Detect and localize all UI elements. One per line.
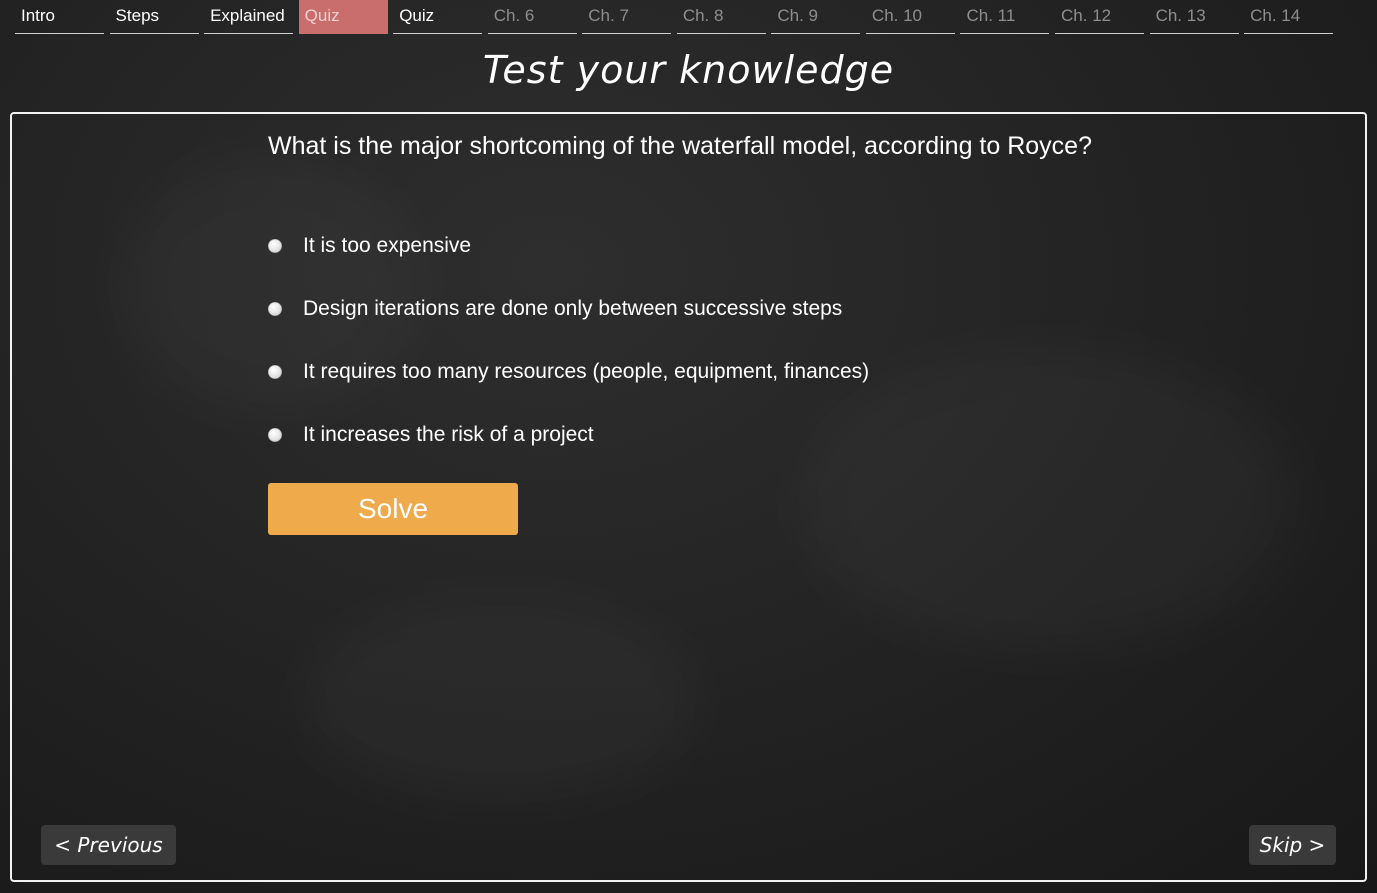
answer-option[interactable]: It is too expensive: [268, 229, 1168, 263]
answer-label: Design iterations are done only between …: [303, 297, 843, 320]
answer-label: It is too expensive: [303, 234, 472, 257]
radio-button[interactable]: [268, 428, 282, 442]
tab-ch-12[interactable]: Ch. 12: [1055, 0, 1144, 34]
answer-option[interactable]: It increases the risk of a project: [268, 418, 1168, 452]
radio-button[interactable]: [268, 239, 282, 253]
quiz-panel: [10, 112, 1367, 882]
answer-option[interactable]: Design iterations are done only between …: [268, 292, 1168, 326]
skip-button[interactable]: Skip >: [1249, 825, 1336, 865]
quiz-question: What is the major shortcoming of the wat…: [268, 132, 1092, 160]
radio-button[interactable]: [268, 302, 282, 316]
previous-button[interactable]: < Previous: [41, 825, 176, 865]
radio-button[interactable]: [268, 365, 282, 379]
tab-ch-7[interactable]: Ch. 7: [582, 0, 672, 34]
tab-quiz-current[interactable]: Quiz: [298, 0, 388, 34]
tab-ch-8[interactable]: Ch. 8: [676, 0, 766, 34]
tab-ch-13[interactable]: Ch. 13: [1149, 0, 1239, 34]
answer-option[interactable]: It requires too many resources (people, …: [268, 355, 1168, 389]
tab-steps[interactable]: Steps: [109, 0, 199, 34]
solve-button[interactable]: Solve: [268, 483, 518, 535]
tab-intro[interactable]: Intro: [15, 0, 104, 34]
tab-ch-6[interactable]: Ch. 6: [487, 0, 577, 34]
tab-ch-11[interactable]: Ch. 11: [960, 0, 1050, 34]
answer-label: It requires too many resources (people, …: [303, 360, 870, 383]
chapter-nav: Intro Steps Explained Quiz Quiz Ch. 6 Ch…: [15, 0, 1334, 35]
tab-ch-14[interactable]: Ch. 14: [1244, 0, 1334, 34]
page-title: Test your knowledge: [482, 48, 895, 92]
tab-ch-9[interactable]: Ch. 9: [771, 0, 861, 34]
answer-options: It is too expensive Design iterations ar…: [268, 229, 1168, 481]
answer-label: It increases the risk of a project: [303, 423, 594, 446]
tab-explained[interactable]: Explained: [204, 0, 294, 34]
tab-quiz[interactable]: Quiz: [393, 0, 483, 34]
tab-ch-10[interactable]: Ch. 10: [865, 0, 955, 34]
